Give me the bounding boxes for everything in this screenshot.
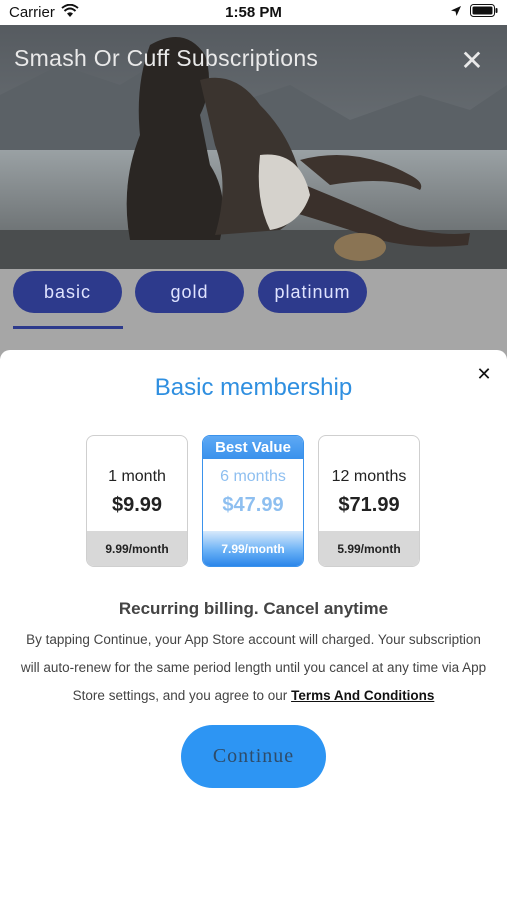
hero-banner: Smash Or Cuff Subscriptions ✕ — [0, 25, 507, 269]
location-arrow-icon — [450, 4, 462, 21]
close-icon[interactable]: ✕ — [458, 47, 486, 75]
active-tab-indicator — [13, 326, 123, 329]
plan-card-12-months[interactable]: 12 months $71.99 5.99/month — [318, 435, 420, 567]
plan-price: $9.99 — [111, 494, 163, 516]
tab-gold[interactable]: gold — [135, 271, 244, 313]
plan-length: 6 months — [220, 468, 286, 485]
plan-per-month: 7.99/month — [203, 531, 303, 566]
wifi-icon — [61, 3, 79, 22]
plan-length: 1 month — [108, 468, 166, 485]
plan-per-month: 9.99/month — [87, 531, 187, 566]
plan-card-1-month[interactable]: 1 month $9.99 9.99/month — [86, 435, 188, 567]
legal-text: By tapping Continue, your App Store acco… — [18, 626, 489, 710]
plan-price: $71.99 — [338, 494, 400, 516]
page-title: Smash Or Cuff Subscriptions — [14, 45, 319, 71]
plan-per-month: 5.99/month — [319, 531, 419, 566]
billing-heading: Recurring billing. Cancel anytime — [118, 599, 389, 618]
sheet-title: Basic membership — [154, 374, 353, 401]
status-bar: Carrier 1:58 PM — [0, 0, 507, 25]
best-value-badge: Best Value — [203, 436, 303, 459]
terms-link[interactable]: Terms And Conditions — [291, 688, 434, 703]
plan-price: $47.99 — [222, 494, 284, 516]
plan-length: 12 months — [331, 468, 407, 485]
continue-button[interactable]: Continue — [181, 725, 326, 788]
tab-platinum[interactable]: platinum — [258, 271, 367, 313]
battery-icon — [470, 4, 498, 21]
plan-card-6-months[interactable]: Best Value 6 months $47.99 7.99/month — [202, 435, 304, 567]
membership-sheet: ✕ Basic membership 1 month $9.99 9.99/mo… — [0, 350, 507, 900]
carrier-label: Carrier — [9, 4, 55, 21]
tab-basic[interactable]: basic — [13, 271, 122, 313]
plan-tabs: basic gold platinum — [0, 269, 507, 359]
